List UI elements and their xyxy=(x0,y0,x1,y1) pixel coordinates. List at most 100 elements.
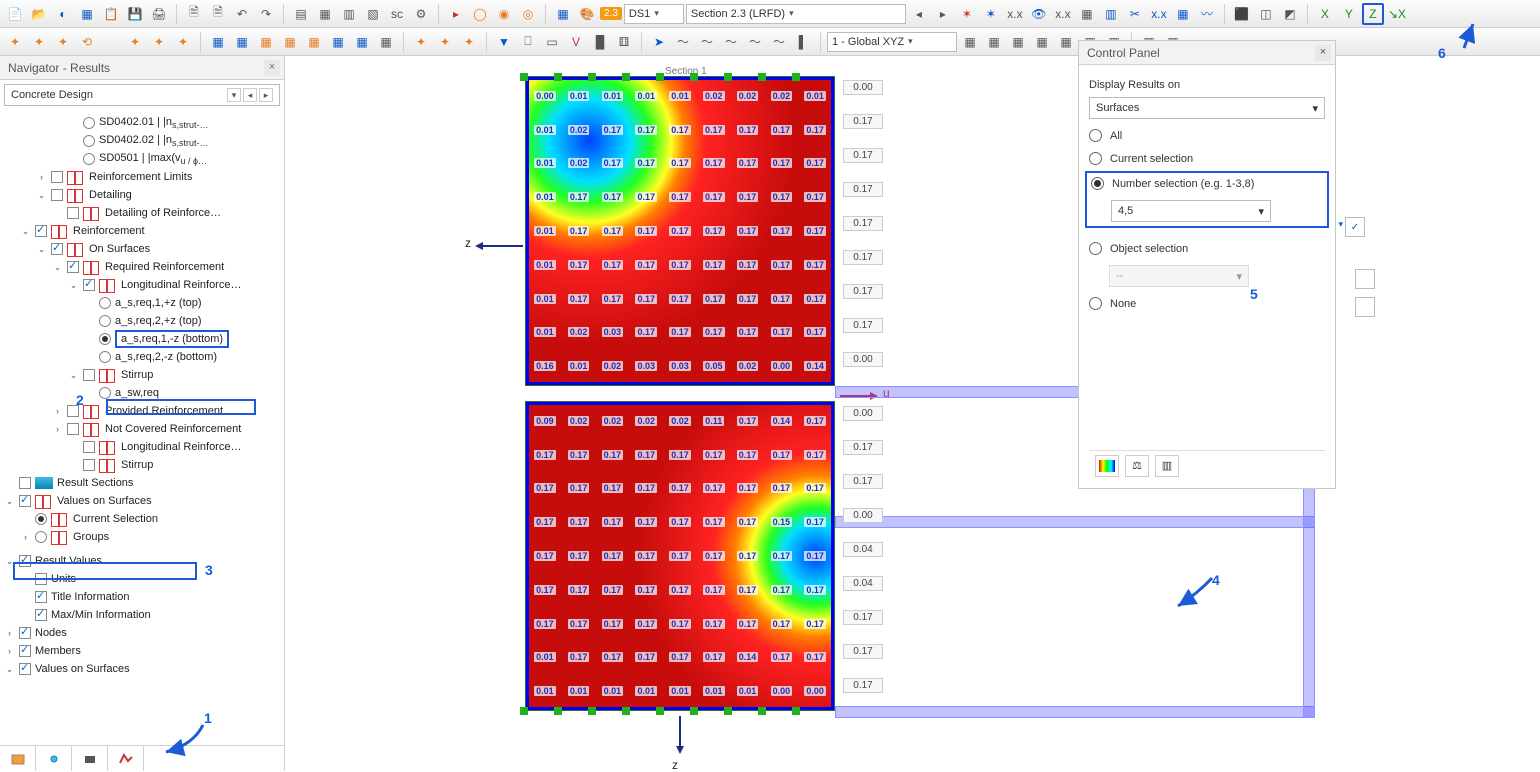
eye-icon[interactable]: 👁 xyxy=(1028,3,1050,25)
panel-icon[interactable]: ▥ xyxy=(1100,3,1122,25)
cloud-icon[interactable]: ◐ xyxy=(52,3,74,25)
tree-item[interactable]: a_s,req,1,-z (bottom) xyxy=(0,330,284,348)
tree-item[interactable]: ⌄On Surfaces xyxy=(0,240,284,258)
cube2-icon[interactable]: ◫ xyxy=(1255,3,1277,25)
axis-iso-icon[interactable]: ↘X xyxy=(1386,3,1408,25)
wave-icon[interactable]: 〰 xyxy=(1196,3,1218,25)
t2-8-icon[interactable]: ✦ xyxy=(172,31,194,53)
checkbox[interactable] xyxy=(83,279,95,291)
tree-item[interactable]: SD0402.01 | |ns,strut-… xyxy=(0,114,284,132)
navigator-category-combo[interactable]: Concrete Design ▾◂▸ xyxy=(4,84,280,106)
checkbox[interactable] xyxy=(67,261,79,273)
tool-icon[interactable]: ⚙ xyxy=(410,3,432,25)
t2-18-icon[interactable]: ✦ xyxy=(434,31,456,53)
gx5-icon[interactable]: ▦ xyxy=(1055,31,1077,53)
mesh1-icon[interactable]: ▦ xyxy=(552,3,574,25)
tree-item[interactable]: a_sw,req xyxy=(0,384,284,402)
v-icon[interactable]: V xyxy=(565,31,587,53)
checkbox[interactable] xyxy=(19,645,31,657)
gx4-icon[interactable]: ▦ xyxy=(1031,31,1053,53)
copy-doc-icon[interactable]: 🗎 xyxy=(183,3,205,25)
radio[interactable] xyxy=(99,351,111,363)
cube1-icon[interactable]: ⬛ xyxy=(1231,3,1253,25)
t2-12-icon[interactable]: ▦ xyxy=(279,31,301,53)
radio-object-selection[interactable]: Object selection xyxy=(1089,242,1325,255)
print-icon[interactable]: 🖨 xyxy=(148,3,170,25)
gx2-icon[interactable]: ▦ xyxy=(983,31,1005,53)
tree-item[interactable]: ⌄Values on Surfaces xyxy=(0,492,284,510)
prev-icon[interactable]: ◂ xyxy=(908,3,930,25)
palette-icon[interactable]: ▌ xyxy=(792,31,814,53)
tree-item[interactable]: Title Information xyxy=(0,588,284,606)
close-icon[interactable]: × xyxy=(264,60,280,76)
ln5-icon[interactable]: 〜 xyxy=(768,31,790,53)
circle-icon[interactable]: ◯ xyxy=(469,3,491,25)
viewport[interactable]: Section 1 0.000.010.010.010.010.020.020.… xyxy=(285,56,1540,771)
radio[interactable] xyxy=(35,531,47,543)
cube3-icon[interactable]: ◩ xyxy=(1279,3,1301,25)
radio-none[interactable]: None xyxy=(1089,297,1325,310)
radio-current[interactable]: Current selection xyxy=(1089,152,1325,165)
tree-item[interactable]: a_s,req,2,-z (bottom) xyxy=(0,348,284,366)
ln2-icon[interactable]: 〜 xyxy=(696,31,718,53)
tree-item[interactable]: Units xyxy=(0,570,284,588)
xxpanel-icon[interactable]: x.x xyxy=(1148,3,1170,25)
tree-item[interactable]: ›Provided Reinforcement xyxy=(0,402,284,420)
radio[interactable] xyxy=(83,135,95,147)
tree-item[interactable]: ›Groups xyxy=(0,528,284,546)
radio[interactable] xyxy=(99,333,111,345)
checkbox[interactable] xyxy=(19,555,31,567)
tree-item[interactable]: ⌄Reinforcement xyxy=(0,222,284,240)
checkbox[interactable] xyxy=(35,591,47,603)
grid1-icon[interactable]: ▤ xyxy=(290,3,312,25)
gx1-icon[interactable]: ▦ xyxy=(959,31,981,53)
tree-item[interactable]: Current Selection xyxy=(0,510,284,528)
t2-14-icon[interactable]: ▦ xyxy=(327,31,349,53)
radio-all[interactable]: All xyxy=(1089,129,1325,142)
checkbox[interactable] xyxy=(67,423,79,435)
t2-3-icon[interactable]: ✦ xyxy=(52,31,74,53)
t2-7-icon[interactable]: ✦ xyxy=(148,31,170,53)
pick-2-icon[interactable] xyxy=(1355,297,1375,317)
t2-4-icon[interactable]: ⟲ xyxy=(76,31,98,53)
save-icon[interactable]: 💾 xyxy=(124,3,146,25)
ln4-icon[interactable]: 〜 xyxy=(744,31,766,53)
apply-check-icon[interactable]: ✓ xyxy=(1345,217,1365,237)
section-combo[interactable]: Section 2.3 (LRFD)▾ xyxy=(686,4,906,24)
grid5-icon[interactable]: ▦ xyxy=(1172,3,1194,25)
radio[interactable] xyxy=(83,153,95,165)
cp-tab-factors-icon[interactable]: ⚖ xyxy=(1125,455,1149,477)
grid3-icon[interactable]: ▥ xyxy=(338,3,360,25)
tree-item[interactable]: ⌄Detailing xyxy=(0,186,284,204)
checkbox[interactable] xyxy=(35,609,47,621)
t2-11-icon[interactable]: ▦ xyxy=(255,31,277,53)
paste-icon[interactable]: 📋 xyxy=(100,3,122,25)
checkbox[interactable] xyxy=(35,225,47,237)
grid2-icon[interactable]: ▦ xyxy=(314,3,336,25)
nav-next-icon[interactable]: ▸ xyxy=(259,88,273,102)
gradient-icon[interactable]: █ xyxy=(589,31,611,53)
checkbox[interactable] xyxy=(19,477,31,489)
tree-item[interactable]: ›Members xyxy=(0,642,284,660)
script-icon[interactable]: sc xyxy=(386,3,408,25)
tree-item[interactable]: a_s,req,1,+z (top) xyxy=(0,294,284,312)
cp-tab-filter-icon[interactable]: ▥ xyxy=(1155,455,1179,477)
flag-icon[interactable]: ▸ xyxy=(445,3,467,25)
sect-icon[interactable]: ▦ xyxy=(1076,3,1098,25)
gx3-icon[interactable]: ▦ xyxy=(1007,31,1029,53)
rect-icon[interactable]: ▭ xyxy=(541,31,563,53)
pick-1-icon[interactable] xyxy=(1355,269,1375,289)
tree-item[interactable]: SD0402.02 | |ns,strut-… xyxy=(0,132,284,150)
axis-z-icon[interactable]: Z xyxy=(1362,3,1384,25)
checkbox[interactable] xyxy=(51,171,63,183)
box-icon[interactable]: ▦ xyxy=(76,3,98,25)
star1-icon[interactable]: ✶ xyxy=(956,3,978,25)
door-icon[interactable]: ⎕ xyxy=(517,31,539,53)
coord-combo[interactable]: 1 - Global XYZ▾ xyxy=(827,32,957,52)
tree-item[interactable]: ›Reinforcement Limits xyxy=(0,168,284,186)
tab-views-icon[interactable] xyxy=(72,746,108,771)
nav-prev-icon[interactable]: ◂ xyxy=(243,88,257,102)
tree-item[interactable]: ⌄Result Values xyxy=(0,552,284,570)
t2-19-icon[interactable]: ✦ xyxy=(458,31,480,53)
tree-item[interactable]: Stirrup xyxy=(0,456,284,474)
